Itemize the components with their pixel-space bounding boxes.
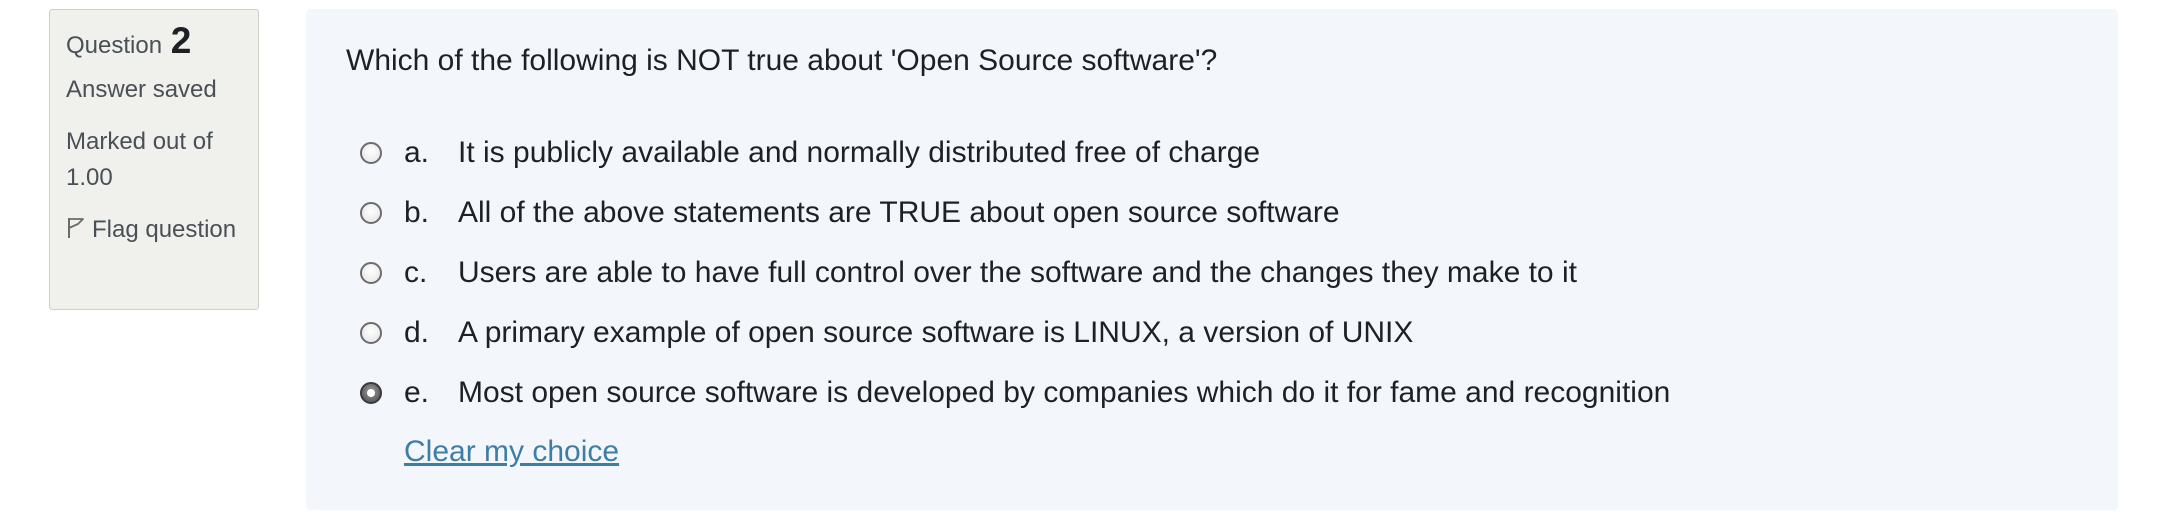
answer-option-d[interactable]: d. A primary example of open source soft… bbox=[360, 303, 1670, 363]
answer-letter-a: a. bbox=[404, 136, 430, 169]
answer-option-c[interactable]: c. Users are able to have full control o… bbox=[360, 243, 1670, 303]
question-number: 2 bbox=[170, 20, 192, 61]
answer-text-a: It is publicly available and normally di… bbox=[458, 136, 1261, 169]
question-text: Which of the following is NOT true about… bbox=[346, 44, 1218, 77]
answer-text-b: All of the above statements are TRUE abo… bbox=[458, 196, 1340, 229]
flag-icon bbox=[66, 215, 86, 239]
answer-letter-e: e. bbox=[404, 376, 430, 409]
answer-option-b[interactable]: b. All of the above statements are TRUE … bbox=[360, 183, 1670, 243]
radio-button-e[interactable] bbox=[360, 382, 382, 404]
question-label: Question bbox=[66, 32, 163, 59]
answer-letter-b: b. bbox=[404, 196, 430, 229]
answer-options: a. It is publicly available and normally… bbox=[360, 123, 1670, 423]
answer-text-d: A primary example of open source softwar… bbox=[458, 316, 1414, 349]
question-heading: Question 2 bbox=[66, 22, 242, 64]
grade-info: Marked out of 1.00 bbox=[66, 128, 213, 191]
answer-text-c: Users are able to have full control over… bbox=[458, 256, 1577, 289]
answer-letter-c: c. bbox=[404, 256, 428, 289]
radio-button-a[interactable] bbox=[360, 142, 382, 164]
radio-button-b[interactable] bbox=[360, 202, 382, 224]
answer-letter-d: d. bbox=[404, 316, 430, 349]
clear-choice-link[interactable]: Clear my choice bbox=[404, 430, 619, 474]
radio-button-c[interactable] bbox=[360, 262, 382, 284]
question-formulation: Which of the following is NOT true about… bbox=[306, 9, 2118, 510]
flag-label: Flag question bbox=[92, 216, 237, 243]
question-info-panel: Question 2 Answer saved Marked out of 1.… bbox=[49, 9, 259, 310]
flag-question-button[interactable]: Flag question bbox=[66, 212, 242, 248]
answer-option-e[interactable]: e. Most open source software is develope… bbox=[360, 363, 1670, 423]
radio-button-d[interactable] bbox=[360, 322, 382, 344]
answer-option-a[interactable]: a. It is publicly available and normally… bbox=[360, 123, 1670, 183]
answer-state: Answer saved bbox=[66, 76, 217, 103]
answer-text-e: Most open source software is developed b… bbox=[458, 376, 1671, 409]
